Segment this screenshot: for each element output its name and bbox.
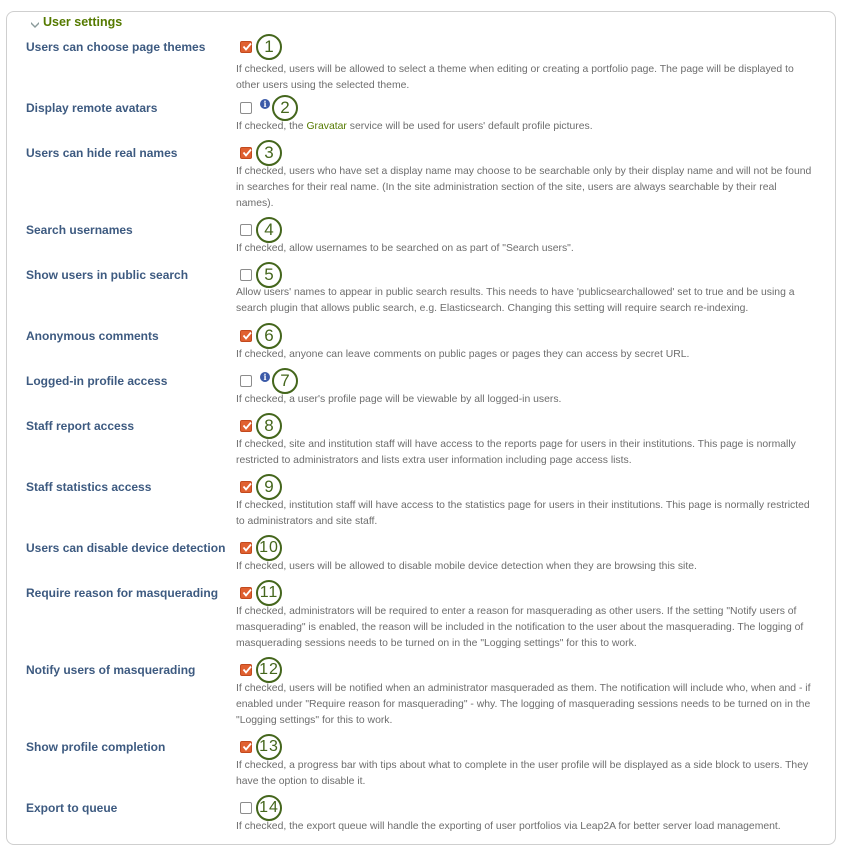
setting-label[interactable]: Notify users of masquerading [26, 663, 195, 677]
checkbox-checked[interactable] [240, 664, 252, 676]
setting-label[interactable]: Show profile completion [26, 740, 165, 754]
checkmark-icon [242, 588, 252, 597]
callout-number-badge: 11 [256, 580, 282, 606]
checkbox-unchecked[interactable] [240, 269, 252, 281]
checkmark-icon [242, 665, 252, 674]
setting-control: 9 [240, 474, 282, 500]
section-legend[interactable]: User settings [27, 15, 126, 29]
setting-label[interactable]: Search usernames [26, 223, 133, 237]
description-text: service will be used for users' default … [346, 121, 593, 132]
setting-label[interactable]: Show users in public search [26, 268, 188, 282]
setting-control: 1 [240, 34, 282, 60]
info-icon[interactable]: i [260, 99, 270, 109]
checkbox-checked[interactable] [240, 420, 252, 432]
checkmark-icon [242, 421, 252, 430]
checkmark-icon [242, 42, 252, 51]
checkbox-checked[interactable] [240, 542, 252, 554]
setting-description: If checked, allow usernames to be search… [236, 243, 574, 254]
callout-number-badge: 6 [256, 323, 282, 349]
setting-control: 14 [240, 795, 282, 821]
checkmark-icon [242, 331, 252, 340]
checkmark-icon [242, 148, 252, 157]
setting-label[interactable]: Display remote avatars [26, 101, 157, 115]
callout-number-badge: 4 [256, 217, 282, 243]
description-text: If checked, the [236, 121, 307, 132]
setting-description: If checked, users will be notified when … [236, 683, 811, 726]
setting-label[interactable]: Users can hide real names [26, 146, 177, 160]
checkmark-icon [242, 543, 252, 552]
setting-description: If checked, a progress bar with tips abo… [236, 760, 809, 787]
setting-label[interactable]: Users can disable device detection [26, 541, 225, 555]
setting-control: 3 [240, 140, 282, 166]
callout-number-badge: 9 [256, 474, 282, 500]
setting-control: i2 [240, 95, 298, 121]
setting-control: 13 [240, 734, 282, 760]
setting-label[interactable]: Logged-in profile access [26, 374, 167, 388]
chevron-down-icon[interactable] [30, 17, 40, 28]
setting-label[interactable]: Users can choose page themes [26, 40, 205, 54]
callout-number-badge: 8 [256, 413, 282, 439]
callout-number-badge: 10 [256, 535, 282, 561]
setting-description: If checked, users will be allowed to dis… [236, 561, 697, 572]
checkbox-unchecked[interactable] [240, 224, 252, 236]
setting-description: If checked, institution staff will have … [236, 500, 810, 527]
setting-control: i7 [240, 368, 298, 394]
checkbox-checked[interactable] [240, 741, 252, 753]
setting-label[interactable]: Anonymous comments [26, 329, 159, 343]
checkbox-checked[interactable] [240, 330, 252, 342]
setting-control: 5 [240, 262, 282, 288]
checkbox-unchecked[interactable] [240, 802, 252, 814]
checkbox-checked[interactable] [240, 481, 252, 493]
checkmark-icon [242, 742, 252, 751]
setting-description: Allow users' names to appear in public s… [236, 287, 795, 314]
setting-description: If checked, anyone can leave comments on… [236, 349, 690, 360]
callout-number-badge: 12 [256, 657, 282, 683]
setting-control: 11 [240, 580, 282, 606]
setting-label[interactable]: Staff statistics access [26, 480, 151, 494]
checkbox-unchecked[interactable] [240, 102, 252, 114]
checkbox-checked[interactable] [240, 41, 252, 53]
checkbox-unchecked[interactable] [240, 375, 252, 387]
setting-description: If checked, users will be allowed to sel… [236, 64, 794, 91]
setting-control: 6 [240, 323, 282, 349]
info-icon[interactable]: i [260, 372, 270, 382]
callout-number-badge: 13 [256, 734, 282, 760]
setting-label[interactable]: Export to queue [26, 801, 117, 815]
setting-control: 12 [240, 657, 282, 683]
setting-control: 4 [240, 217, 282, 243]
checkbox-checked[interactable] [240, 147, 252, 159]
setting-label[interactable]: Require reason for masquerading [26, 586, 218, 600]
setting-description: If checked, users who have set a display… [236, 166, 812, 209]
callout-number-badge: 7 [272, 368, 298, 394]
section-title: User settings [43, 15, 123, 29]
callout-number-badge: 14 [256, 795, 282, 821]
setting-description: If checked, the export queue will handle… [236, 821, 781, 832]
checkmark-icon [242, 482, 252, 491]
callout-number-badge: 3 [256, 140, 282, 166]
callout-number-badge: 1 [256, 34, 282, 60]
setting-control: 10 [240, 535, 282, 561]
setting-control: 8 [240, 413, 282, 439]
gravatar-link[interactable]: Gravatar [306, 121, 346, 132]
setting-description: If checked, a user's profile page will b… [236, 394, 562, 405]
callout-number-badge: 2 [272, 95, 298, 121]
setting-description: If checked, administrators will be requi… [236, 606, 804, 649]
setting-description: If checked, the Gravatar service will be… [236, 119, 816, 135]
setting-description: If checked, site and institution staff w… [236, 439, 796, 466]
setting-label[interactable]: Staff report access [26, 419, 134, 433]
checkbox-checked[interactable] [240, 587, 252, 599]
